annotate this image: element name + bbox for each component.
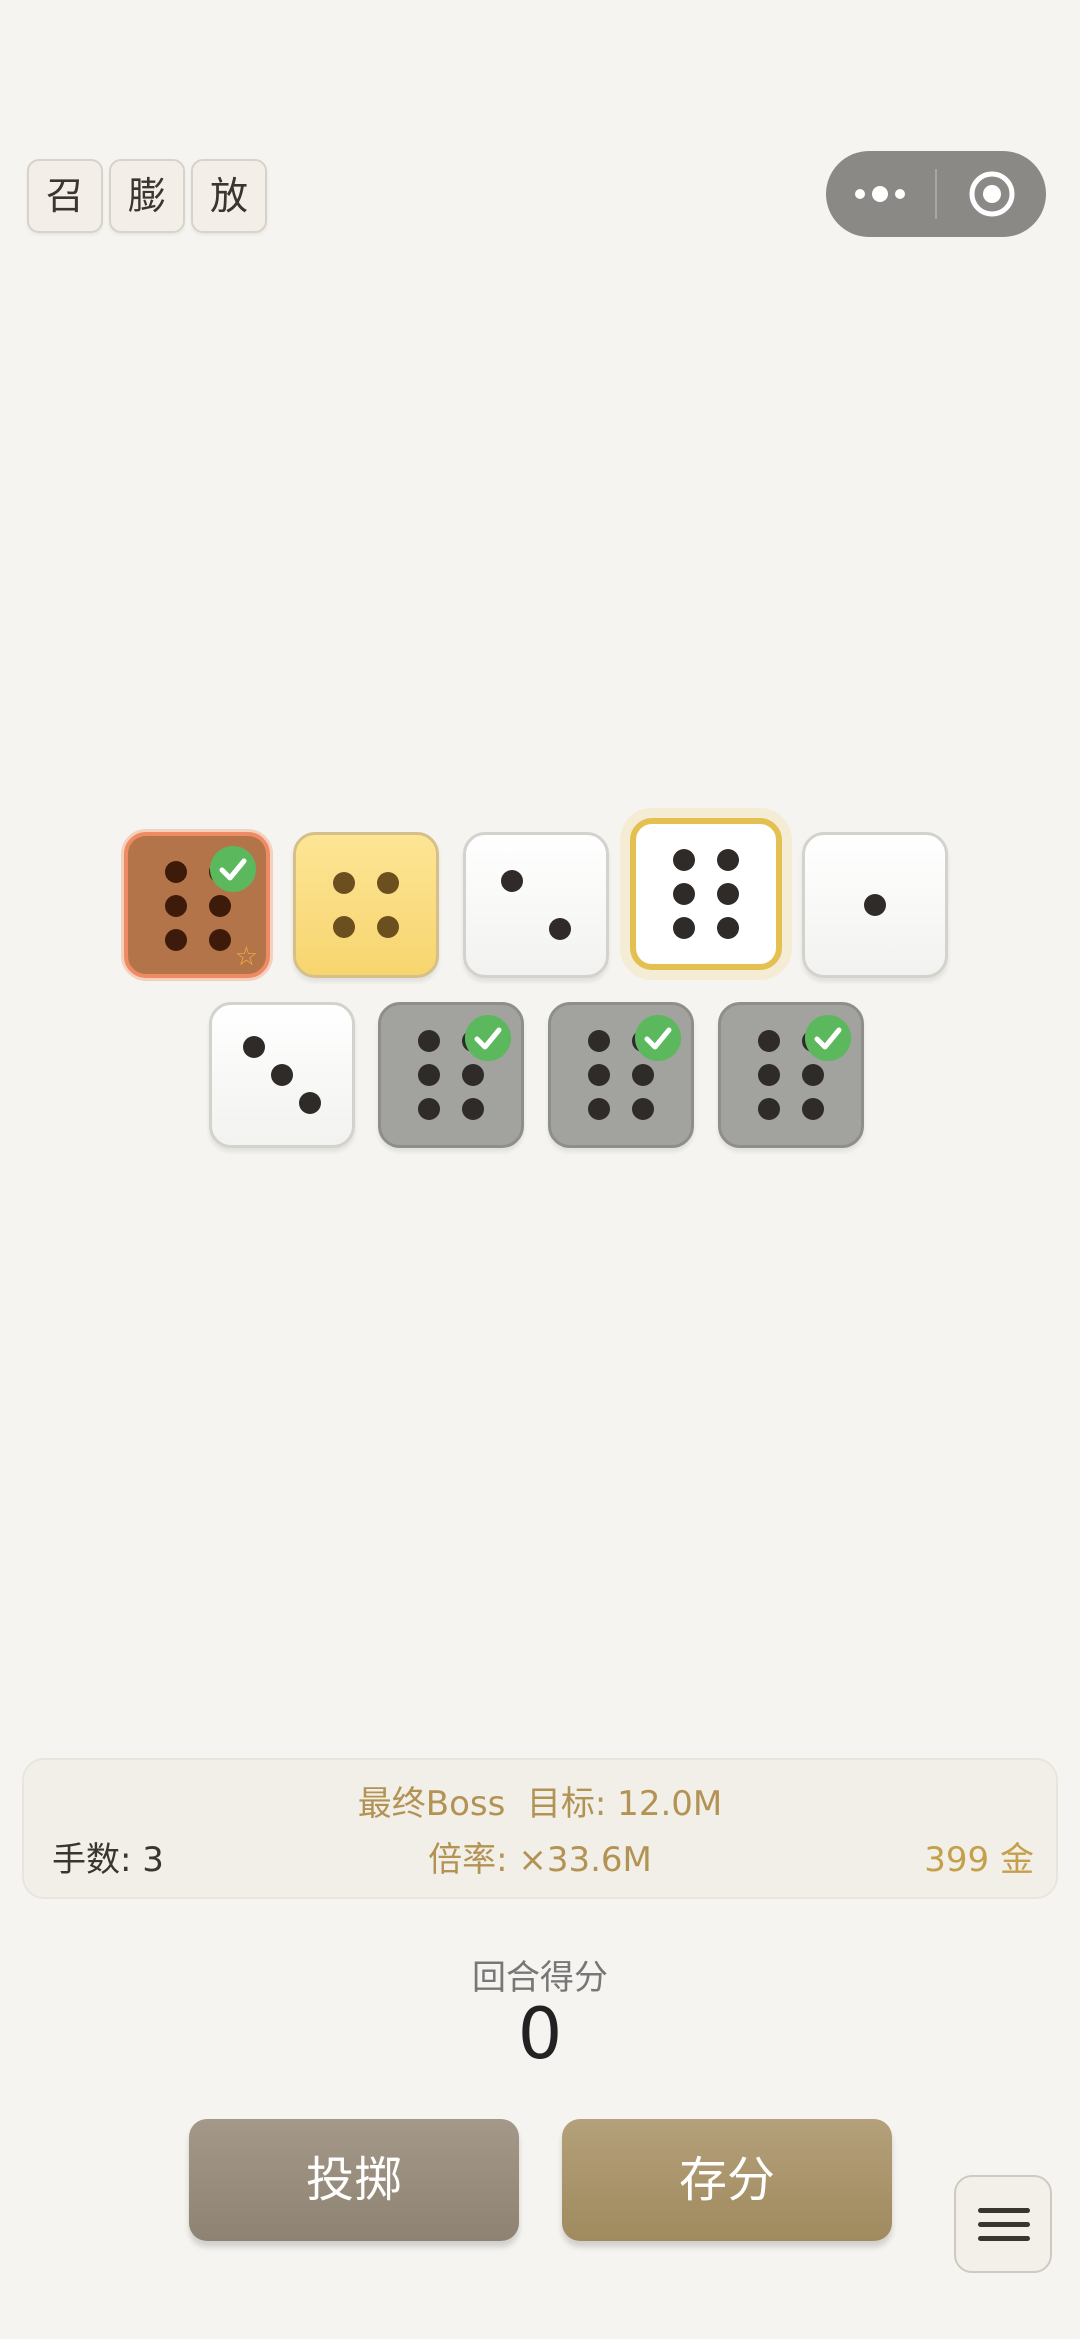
die-7[interactable] [378, 1002, 524, 1148]
checkmark-icon [210, 846, 256, 892]
die-pip [164, 861, 187, 884]
checkmark-icon [465, 1015, 511, 1061]
die-pip [164, 928, 187, 951]
die-pip [587, 1064, 610, 1086]
die-8[interactable] [548, 1002, 694, 1148]
die-pip [462, 1064, 485, 1086]
checkmark-icon [635, 1015, 681, 1061]
boss-goal: 最终Boss 目标: 12.0M [357, 1784, 723, 1824]
die-2[interactable] [293, 832, 439, 978]
die-pip [462, 1097, 485, 1120]
capsule-divider [935, 169, 937, 219]
die-pip [757, 1097, 780, 1120]
tag-summon[interactable]: 召 [27, 159, 103, 233]
more-dots-icon [855, 186, 905, 202]
menu-button[interactable] [954, 2175, 1052, 2273]
die-pip [757, 1030, 780, 1053]
checkmark-icon [805, 1015, 851, 1061]
die-pip [501, 870, 524, 893]
die-1[interactable]: ☆ [124, 832, 270, 978]
die-pip [243, 1036, 265, 1058]
die-pip [717, 849, 740, 872]
die-pip [864, 894, 886, 916]
die-pip [299, 1092, 321, 1114]
die-pip [632, 1097, 655, 1120]
multiplier: 倍率: ×33.6M [428, 1840, 652, 1880]
mini-program-capsule [826, 151, 1046, 237]
round-score-label: 回合得分 [472, 1958, 608, 1998]
die-pip [417, 1064, 440, 1086]
die-pip [164, 895, 187, 917]
die-pip [802, 1097, 825, 1120]
tag-release[interactable]: 放 [191, 159, 267, 233]
die-pip [757, 1064, 780, 1086]
die-5[interactable] [802, 832, 948, 978]
die-pip [209, 928, 232, 951]
die-pip [271, 1064, 293, 1086]
die-pip [417, 1097, 440, 1120]
die-pip [672, 849, 695, 872]
die-pip [672, 916, 695, 939]
save-score-button[interactable]: 存分 [562, 2119, 892, 2241]
gold-amount: 399 金 [924, 1840, 1034, 1880]
die-pip [717, 883, 740, 905]
die-pip [332, 916, 355, 939]
die-pip [717, 916, 740, 939]
die-pip [672, 883, 695, 905]
round-score-value: 0 [517, 1993, 563, 2075]
die-6[interactable] [209, 1002, 355, 1148]
die-pip [209, 895, 232, 917]
die-pip [802, 1064, 825, 1086]
target-circle-icon [969, 171, 1015, 217]
die-pip [587, 1030, 610, 1053]
die-pip [417, 1030, 440, 1053]
close-button[interactable] [938, 151, 1046, 237]
die-4[interactable] [630, 818, 782, 970]
die-pip [548, 917, 571, 940]
die-9[interactable] [718, 1002, 864, 1148]
die-3[interactable] [463, 832, 609, 978]
star-icon: ☆ [234, 942, 258, 972]
die-pip [587, 1097, 610, 1120]
info-panel: 最终Boss 目标: 12.0M 手数: 3 倍率: ×33.6M 399 金 [22, 1758, 1058, 1899]
die-pip [632, 1064, 655, 1086]
die-pip [377, 871, 400, 894]
more-button[interactable] [826, 151, 934, 237]
roll-button[interactable]: 投掷 [189, 2119, 519, 2241]
die-pip [332, 871, 355, 894]
tag-expand[interactable]: 膨 [109, 159, 185, 233]
die-pip [377, 916, 400, 939]
